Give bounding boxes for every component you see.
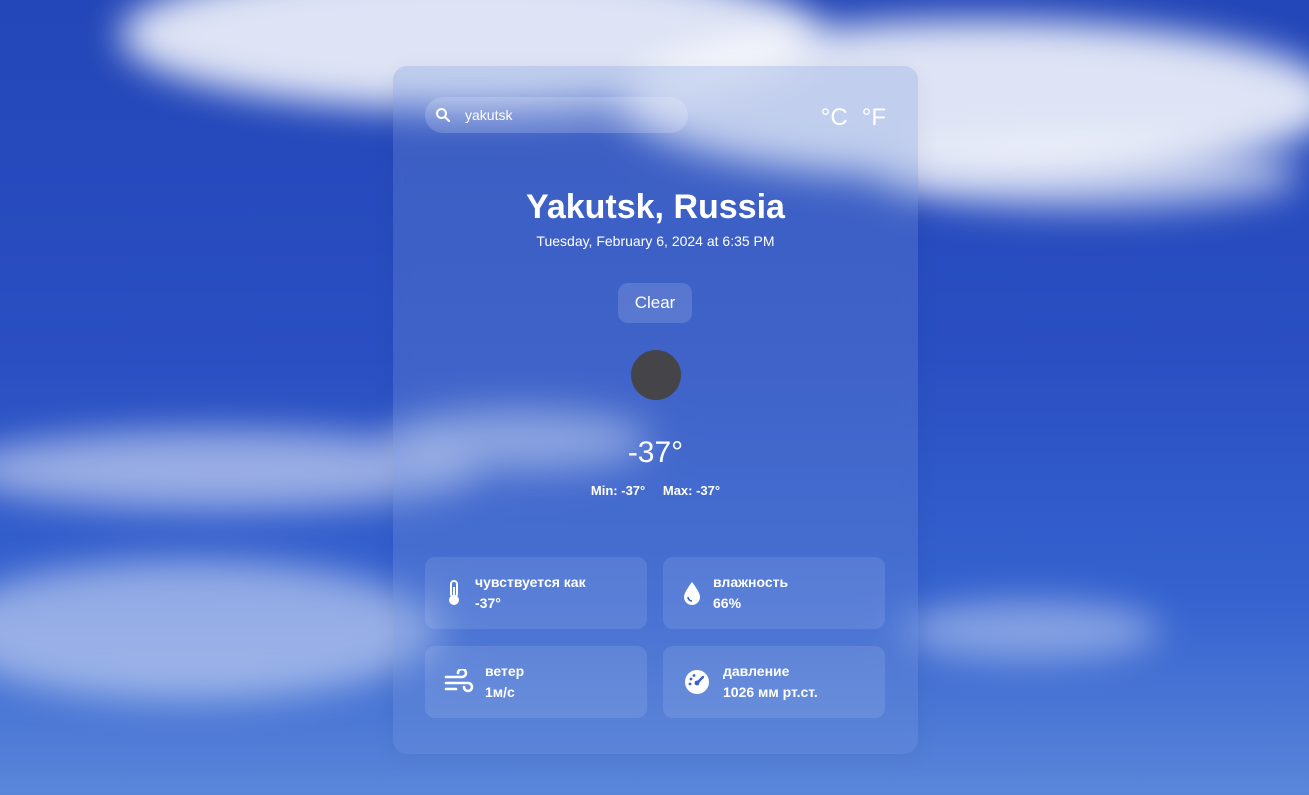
humidity-tile: влажность 66% <box>663 557 885 629</box>
humidity-value: 66% <box>713 595 742 611</box>
current-temperature: -37° <box>627 436 684 469</box>
thermometer-icon <box>449 580 459 605</box>
unit-toggle: °C °F <box>821 104 886 132</box>
search-input[interactable] <box>463 106 667 124</box>
pressure-value: 1026 мм рт.ст. <box>723 684 818 700</box>
min-max-temperature: Min: -37° Max: -37° <box>393 483 918 498</box>
search-icon[interactable] <box>435 107 451 123</box>
droplet-icon <box>684 582 700 605</box>
cloud <box>880 140 1300 210</box>
pressure-tile: давление 1026 мм рт.ст. <box>663 646 885 718</box>
city-name: Yakutsk, Russia <box>526 188 785 226</box>
date-time: Tuesday, February 6, 2024 at 6:35 PM <box>536 233 775 249</box>
feels-like-label: чувствуется как <box>475 574 586 590</box>
min-temperature: Min: -37° <box>590 483 646 498</box>
wind-tile: ветер 1м/с <box>425 646 647 718</box>
gauge-icon <box>685 670 709 694</box>
weather-condition-icon <box>631 350 681 400</box>
fahrenheit-button[interactable]: °F <box>862 104 886 132</box>
max-temperature: Max: -37° <box>662 483 721 498</box>
wind-icon <box>444 669 474 693</box>
wind-value: 1м/с <box>485 684 515 700</box>
condition-badge: Clear <box>618 283 692 323</box>
pressure-label: давление <box>723 663 790 679</box>
cloud <box>900 600 1160 660</box>
feels-like-tile: чувствуется как -37° <box>425 557 647 629</box>
celsius-button[interactable]: °C <box>821 104 848 132</box>
cloud <box>0 560 440 700</box>
feels-like-value: -37° <box>475 595 501 611</box>
wind-label: ветер <box>485 663 525 679</box>
weather-card: °C °F Yakutsk, Russia Tuesday, February … <box>393 66 918 754</box>
humidity-label: влажность <box>713 574 789 590</box>
search-bar[interactable] <box>425 97 688 133</box>
